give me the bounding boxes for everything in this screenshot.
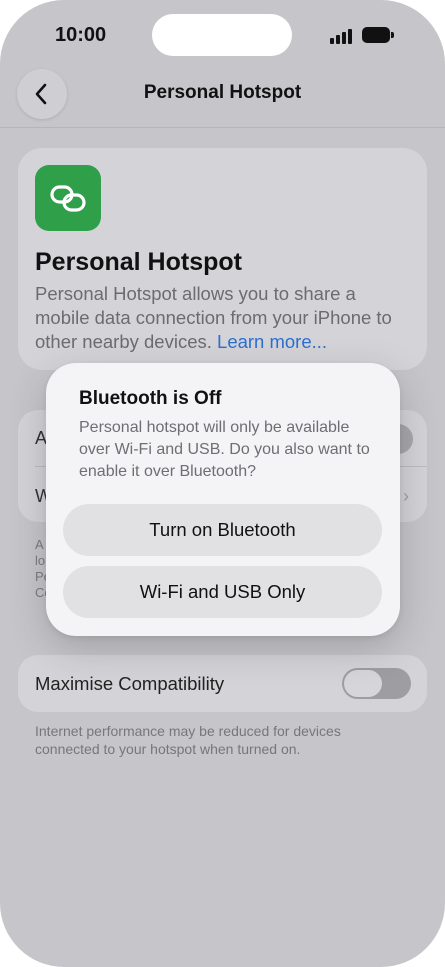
battery-cap xyxy=(391,32,394,38)
wifi-usb-only-button[interactable]: Wi-Fi and USB Only xyxy=(63,566,382,618)
chevron-right-icon: › xyxy=(403,486,409,506)
status-time: 10:00 xyxy=(55,24,107,46)
maximise-compatibility-row: Maximise Compatibility xyxy=(18,655,427,712)
learn-more-link[interactable]: Learn more... xyxy=(217,331,327,352)
phone-screen: 10:00 Personal Hotspot Personal Hotspot … xyxy=(0,0,445,967)
card-title: Personal Hotspot xyxy=(35,248,242,276)
toggle-knob xyxy=(344,670,382,697)
nav-title: Personal Hotspot xyxy=(143,82,302,103)
dynamic-island xyxy=(152,14,292,56)
alert-message: Personal hotspot will only be available … xyxy=(79,419,370,480)
maximise-compatibility-toggle[interactable] xyxy=(342,668,411,699)
maximise-compatibility-footer: Internet performance may be reduced for … xyxy=(35,723,341,757)
turn-on-bluetooth-button[interactable]: Turn on Bluetooth xyxy=(63,504,382,556)
maximise-compatibility-label: Maximise Compatibility xyxy=(35,673,225,694)
alert-title: Bluetooth is Off xyxy=(79,388,222,409)
card-description-text: Personal Hotspot allows you to share a m… xyxy=(35,283,392,352)
link-chain-icon xyxy=(35,165,101,231)
info-card: Personal Hotspot Personal Hotspot allows… xyxy=(18,148,427,370)
card-description: Personal Hotspot allows you to share a m… xyxy=(35,282,415,354)
cellular-signal-icon xyxy=(330,28,354,44)
nav-divider xyxy=(0,127,445,128)
bluetooth-alert-dialog: Bluetooth is Off Personal hotspot will o… xyxy=(46,363,400,636)
battery-icon xyxy=(362,27,390,43)
